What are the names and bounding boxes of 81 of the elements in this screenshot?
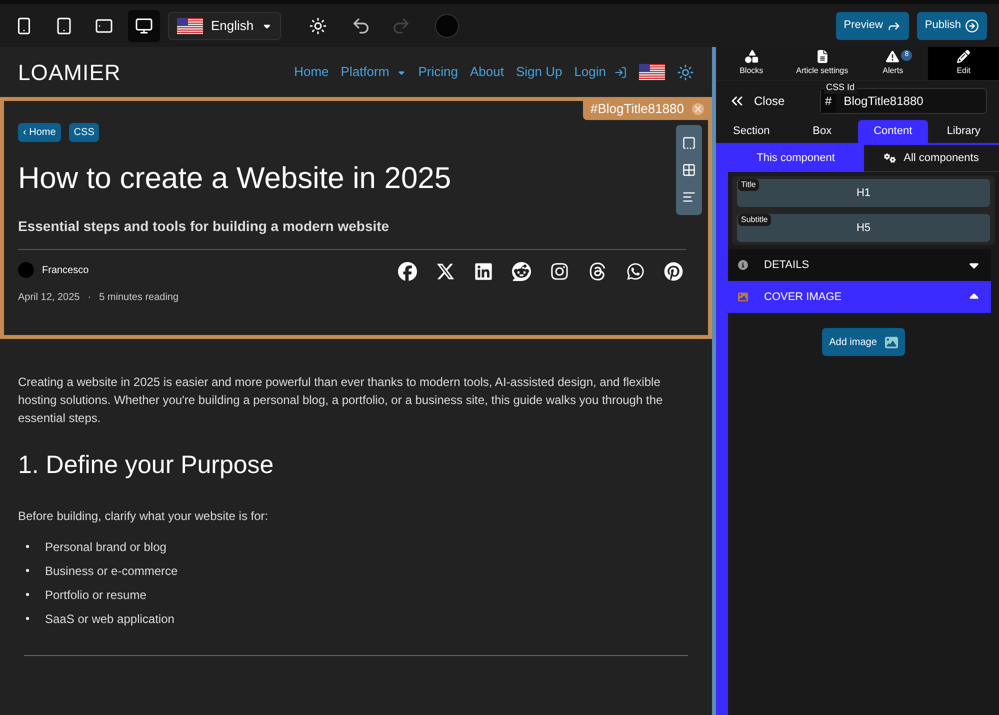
panel-tab[interactable]: Edit (928, 47, 999, 80)
css-id-value: BlogTitle81880 (842, 92, 924, 110)
post-date: April 12, 2025 (18, 291, 80, 305)
reading-time: 5 minutes reading (99, 291, 179, 305)
section-tab[interactable]: Section (716, 120, 787, 143)
x-icon[interactable] (436, 262, 455, 281)
separator-dot: · (88, 291, 92, 305)
field-label: CSS Id (824, 80, 857, 94)
nav-link[interactable]: Sign Up (516, 62, 562, 82)
theme-icon[interactable] (308, 16, 327, 34)
component-tab[interactable]: All components (864, 145, 999, 172)
align-icon[interactable] (682, 190, 696, 204)
field-label: Title (738, 179, 759, 191)
tablet-icon (55, 16, 73, 34)
tab-label: Article settings (796, 65, 848, 77)
site-logo[interactable]: LOAMIER (18, 56, 121, 88)
language-select[interactable]: English (168, 12, 281, 40)
intro-paragraph: Creating a website in 2025 is easier and more powerful than ever thanks to modern tools, AI-assisted design, and flexible hosting solutions. Whether you're building a personal blog, a portfolio, or a business site, this guide walks you through the essential steps. (18, 374, 664, 427)
heading-select[interactable]: Subtitle H5 (737, 214, 990, 242)
post-title: How to create a Website in 2025 (18, 164, 452, 194)
lead-text: Before building, clarify what your website is for: (18, 508, 270, 524)
facebook-icon[interactable] (398, 262, 417, 281)
shapes-icon (744, 50, 758, 63)
gears-icon (884, 152, 896, 164)
login-icon (614, 66, 627, 78)
list-item: Business or e-commerce (45, 562, 178, 580)
close-icon[interactable] (692, 102, 704, 115)
close-button[interactable]: Close (728, 92, 808, 110)
field-label: Subtitle (738, 214, 771, 226)
panel-tab[interactable]: Article settings (786, 47, 858, 80)
list-item: Personal brand or blog (45, 538, 166, 556)
theme-icon[interactable] (677, 64, 694, 80)
pinterest-icon[interactable] (664, 262, 683, 281)
document-icon (816, 50, 829, 63)
warning-icon (886, 50, 900, 63)
monitor-icon (135, 16, 153, 34)
breadcrumb-tag[interactable]: CSS (68, 123, 100, 142)
section-heading: 1. Define your Purpose (18, 450, 275, 481)
list-item: SaaS or web application (45, 610, 174, 628)
tab-label: Blocks (740, 65, 764, 77)
section-tab[interactable]: Content (858, 120, 928, 143)
undo-icon[interactable] (350, 16, 371, 36)
accordion-header[interactable]: COVER IMAGE (728, 281, 991, 313)
linkedin-icon[interactable] (474, 262, 493, 281)
nav-link[interactable]: Platform (340, 62, 406, 82)
tab-label: Alerts (882, 65, 904, 77)
section-tab[interactable]: Box (786, 120, 858, 143)
component-tab[interactable]: This component (728, 145, 864, 172)
tab-label: Edit (956, 65, 971, 77)
tablet-icon (95, 16, 113, 34)
panel-tab[interactable]: Blocks (716, 47, 787, 80)
section-tab[interactable]: Library (928, 120, 999, 143)
list-item: Portfolio or resume (45, 586, 146, 604)
post-subtitle: Essential steps and tools for building a modern website (18, 217, 390, 236)
padding-icon[interactable] (682, 162, 696, 177)
publish-button[interactable]: Publish (916, 12, 987, 40)
instagram-icon[interactable] (550, 262, 569, 281)
device-button[interactable] (128, 10, 160, 42)
flag-icon (639, 64, 665, 80)
preview-button[interactable]: Preview (836, 12, 909, 40)
nav-link[interactable]: About (470, 62, 504, 82)
nav-link[interactable]: Pricing (418, 62, 458, 82)
image-icon (884, 336, 898, 348)
phone-icon (15, 16, 33, 34)
pencil-icon (957, 50, 970, 63)
flag-icon (177, 18, 203, 34)
heading-select[interactable]: Title H1 (737, 179, 990, 207)
add-image-button[interactable]: Add image (822, 328, 905, 356)
author-name[interactable]: Francesco (42, 262, 89, 278)
author-avatar (18, 262, 34, 278)
accordion-header[interactable]: DETAILS (728, 249, 991, 281)
info-icon (738, 260, 748, 270)
nav-link[interactable]: Login (574, 62, 627, 82)
whatsapp-icon[interactable] (626, 262, 645, 281)
selected-block[interactable]: #BlogTitle81880 ‹ Home CSS How to create a Website in 2025 Essential steps and tools for building a modern website Francesco April 12, 2025 · 5 minutes reading (0, 97, 712, 339)
threads-icon[interactable] (588, 262, 607, 281)
breadcrumb-tag[interactable]: ‹ Home (18, 123, 61, 142)
margin-icon[interactable] (682, 136, 696, 150)
nav-link[interactable]: Home (294, 62, 329, 82)
reddit-icon[interactable] (512, 262, 531, 281)
image-icon (738, 292, 748, 302)
